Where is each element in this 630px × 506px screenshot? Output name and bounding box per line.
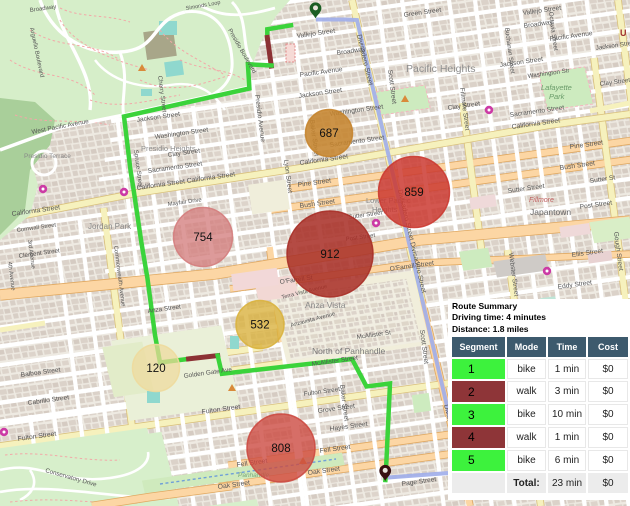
svg-text:North of Panhandle: North of Panhandle (312, 346, 386, 356)
svg-text:687: 687 (319, 128, 338, 140)
svg-text:Jordan Park: Jordan Park (88, 222, 132, 231)
svg-text:Presidio Terrace: Presidio Terrace (24, 153, 71, 160)
svg-text:859: 859 (404, 187, 423, 199)
svg-text:Park: Park (549, 92, 566, 101)
svg-text:Lafayette: Lafayette (541, 83, 572, 92)
svg-text:808: 808 (271, 443, 290, 455)
svg-text:Fillmore: Fillmore (529, 197, 554, 204)
svg-text:U: U (620, 28, 627, 38)
svg-text:120: 120 (146, 363, 165, 375)
svg-text:Pacific Heights: Pacific Heights (406, 63, 475, 75)
svg-text:532: 532 (250, 320, 269, 332)
svg-text:754: 754 (193, 232, 213, 244)
svg-text:912: 912 (320, 249, 339, 261)
svg-text:Presidio Heights: Presidio Heights (141, 144, 196, 153)
svg-text:Japantown: Japantown (530, 207, 571, 217)
svg-text:Anza Vista: Anza Vista (305, 300, 346, 310)
